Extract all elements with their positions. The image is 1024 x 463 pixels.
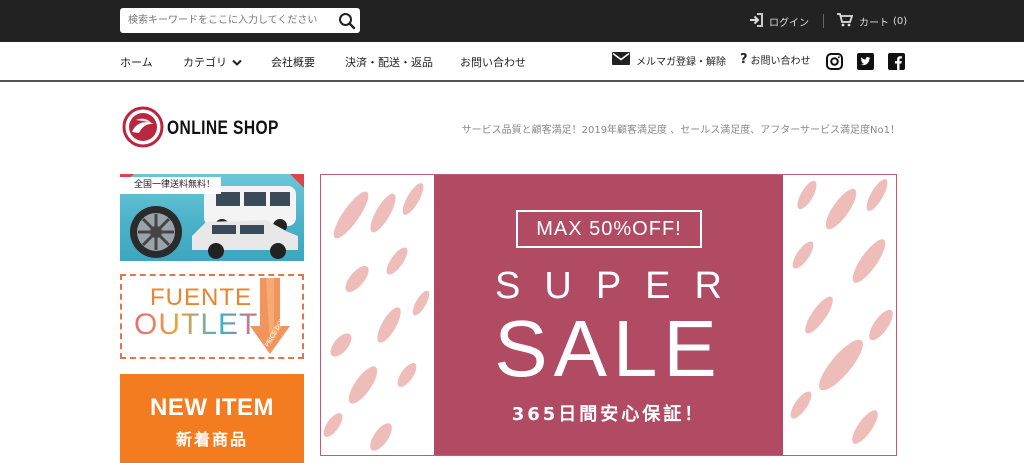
nav-category-label: カテゴリ xyxy=(183,56,227,69)
chevron-down-icon xyxy=(232,57,242,70)
new-item-subtitle: 新着商品 xyxy=(175,430,248,449)
outlet-line1-text: FUENTE xyxy=(150,284,252,311)
instagram-icon[interactable] xyxy=(826,53,843,70)
hero-super-text: SUPER xyxy=(495,265,746,307)
outlet-line2-text: OUTLET xyxy=(134,308,259,341)
outlet-banner[interactable]: FUENTE OUTLET PRICE DOWN xyxy=(120,274,304,359)
login-label: ログイン xyxy=(769,17,809,29)
cart-icon xyxy=(837,12,859,30)
main-nav: ホーム カテゴリ 会社概要 決済・配送・返品 お問い合わせ メルマガ登録・解除 … xyxy=(0,42,1024,82)
outlet-line2: OUTLET xyxy=(134,308,258,342)
search-input[interactable] xyxy=(120,8,334,33)
cart-label: カート xyxy=(859,17,889,29)
sale-panel: MAX 50%OFF! SUPER SALE 365日間安心保証！ xyxy=(434,175,783,455)
corner-ribbon xyxy=(290,174,304,188)
logo-emblem xyxy=(122,106,164,152)
hero-sale-text: SALE xyxy=(494,304,723,393)
mail-icon xyxy=(612,52,636,68)
facebook-icon[interactable] xyxy=(888,53,905,70)
contact-label: お問い合わせ xyxy=(750,56,811,67)
nav-payment-shipping[interactable]: 決済・配送・返品 xyxy=(345,54,433,70)
newsletter-label: メルマガ登録・解除 xyxy=(636,56,726,68)
newsletter-link[interactable]: メルマガ登録・解除 xyxy=(612,52,726,68)
shipping-ribbon: 全国一律送料無料！ xyxy=(120,177,222,194)
search-box xyxy=(120,8,360,33)
top-bar: ログイン カート (0) xyxy=(0,0,1024,42)
login-icon xyxy=(749,12,769,30)
discount-badge: MAX 50%OFF! xyxy=(516,210,702,248)
nav-contact[interactable]: お問い合わせ xyxy=(460,54,526,70)
tagline: サービス品質と顧客満足！2019年顧客満足度 、セールス満足度、アフターサービス… xyxy=(461,125,900,136)
hero-banner[interactable]: MAX 50%OFF! SUPER SALE 365日間安心保証！ xyxy=(320,174,897,456)
free-shipping-banner[interactable]: 全国一律送料無料！ xyxy=(120,174,304,261)
login-link[interactable]: ログイン xyxy=(749,12,809,30)
new-item-title: NEW ITEM xyxy=(150,394,274,421)
nav-category[interactable]: カテゴリ xyxy=(183,54,242,70)
nav-home[interactable]: ホーム xyxy=(120,54,153,70)
divider xyxy=(823,14,824,28)
search-icon[interactable] xyxy=(338,12,356,30)
site-logo[interactable]: ONLINE SHOP xyxy=(122,106,303,152)
nav-company[interactable]: 会社概要 xyxy=(271,54,315,70)
hero-guarantee-text: 365日間安心保証！ xyxy=(511,404,706,425)
question-icon: ? xyxy=(740,52,748,67)
twitter-icon[interactable] xyxy=(857,53,874,70)
cart-link[interactable]: カート (0) xyxy=(837,12,908,30)
logo-text: ONLINE SHOP xyxy=(167,118,279,139)
contact-link[interactable]: ? お問い合わせ xyxy=(740,52,811,67)
cart-count: (0) xyxy=(893,15,908,27)
new-item-banner[interactable]: NEW ITEM 新着商品 xyxy=(120,374,304,463)
